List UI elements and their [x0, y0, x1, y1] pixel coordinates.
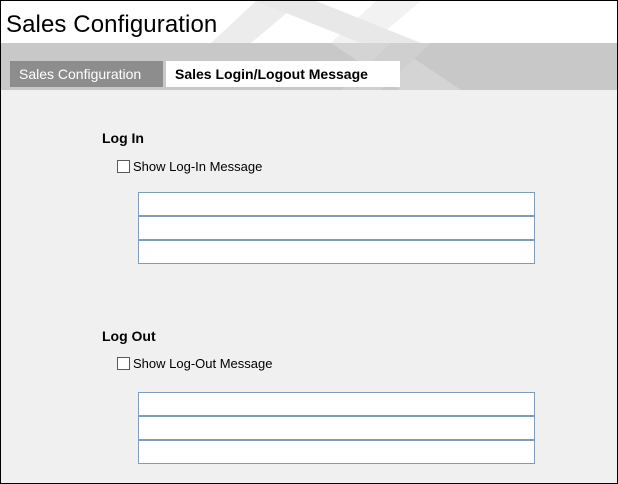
- login-message-line-3[interactable]: [138, 240, 535, 264]
- login-message-line-2[interactable]: [138, 216, 535, 240]
- sales-configuration-window: Sales Configuration Sales Configuration …: [0, 0, 618, 484]
- show-logout-message-label[interactable]: Show Log-Out Message: [133, 356, 272, 371]
- show-logout-message-checkbox[interactable]: [117, 356, 130, 370]
- show-login-message-label[interactable]: Show Log-In Message: [133, 159, 262, 174]
- tab-sales-login-logout-message[interactable]: Sales Login/Logout Message: [166, 61, 400, 87]
- title-bar: Sales Configuration: [1, 1, 617, 43]
- login-section-heading: Log In: [102, 130, 144, 146]
- login-message-line-1[interactable]: [138, 192, 535, 216]
- show-login-message-row[interactable]: Show Log-In Message: [117, 158, 262, 174]
- tab-strip: Sales Configuration Sales Login/Logout M…: [1, 43, 617, 90]
- tab-content-panel: Log In Show Log-In Message Log Out Show …: [1, 90, 617, 483]
- logout-message-line-2[interactable]: [138, 416, 535, 440]
- show-logout-message-row[interactable]: Show Log-Out Message: [117, 355, 272, 371]
- page-title: Sales Configuration: [6, 11, 218, 38]
- logout-message-line-1[interactable]: [138, 392, 535, 416]
- show-login-message-checkbox[interactable]: [117, 159, 130, 173]
- tab-sales-configuration[interactable]: Sales Configuration: [10, 61, 163, 87]
- logout-section-heading: Log Out: [102, 328, 156, 344]
- logout-message-line-3[interactable]: [138, 440, 535, 464]
